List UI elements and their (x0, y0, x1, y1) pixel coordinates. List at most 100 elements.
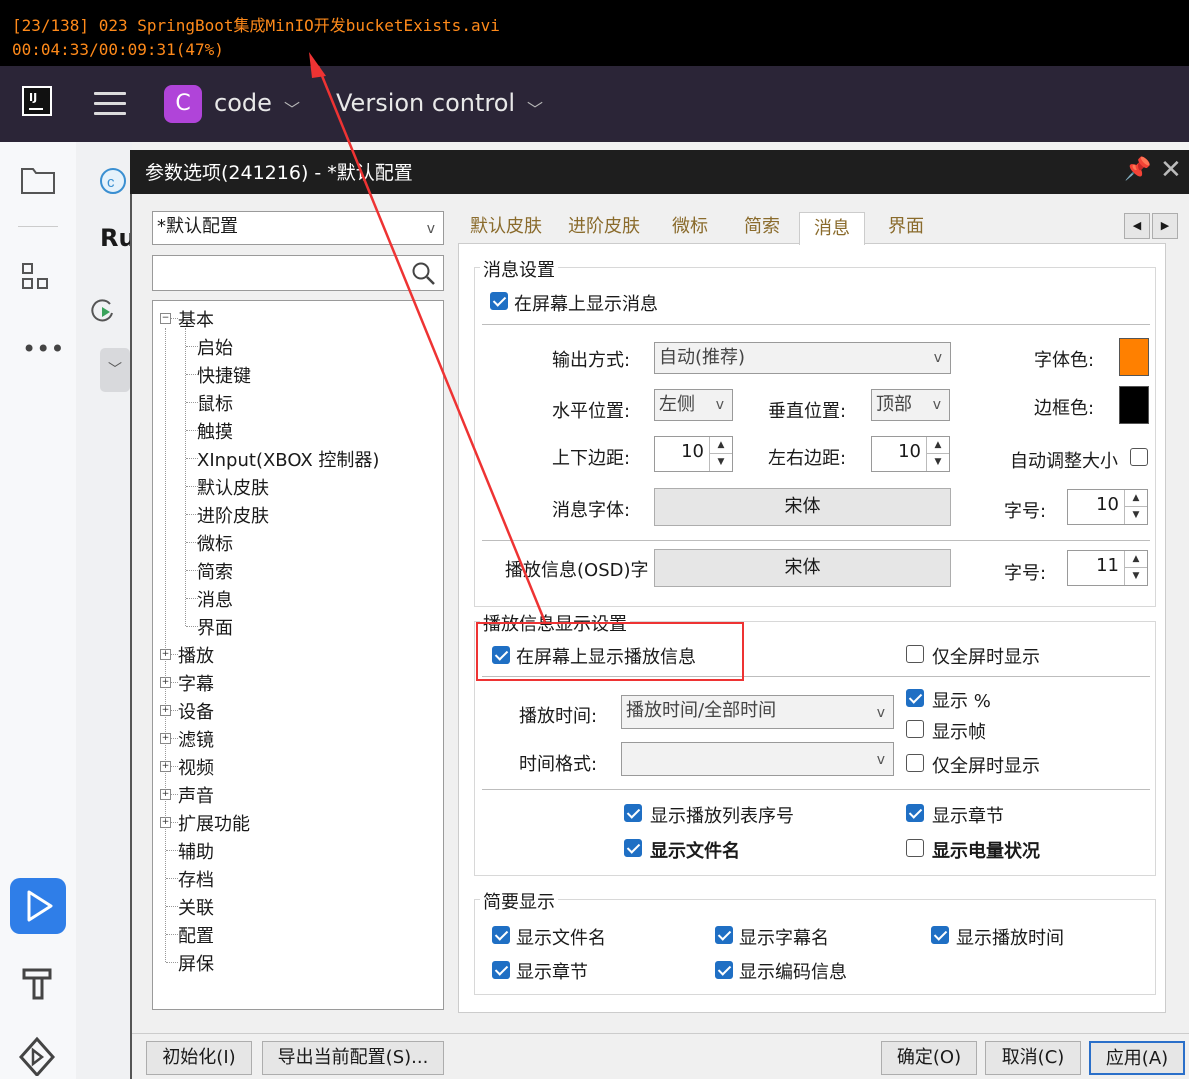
structure-icon[interactable] (20, 262, 54, 292)
vcs-widget[interactable]: Version control (336, 89, 515, 117)
brief-codec-checkbox[interactable] (715, 961, 733, 979)
collapse-icon[interactable]: − (160, 313, 171, 324)
osd-size-spinner[interactable]: 11 ▲ ▼ (1067, 550, 1148, 586)
search-input[interactable] (152, 255, 444, 291)
tree-item[interactable]: 快捷键 (197, 362, 251, 388)
profile-select[interactable]: *默认配置 v (152, 211, 444, 245)
expand-icon[interactable]: + (160, 677, 171, 688)
intellij-logo-icon[interactable]: IJ (22, 86, 52, 116)
fullscreen-only2-checkbox[interactable] (906, 754, 924, 772)
tab-interface[interactable]: 界面 (888, 212, 924, 242)
tree-item[interactable]: 存档 (178, 866, 214, 892)
expand-chevron-icon[interactable]: ﹀ (100, 348, 130, 392)
tree-item[interactable]: 配置 (178, 922, 214, 948)
show-battery-checkbox[interactable] (906, 839, 924, 857)
show-frame-checkbox[interactable] (906, 720, 924, 738)
ok-button[interactable]: 确定(O) (881, 1041, 977, 1075)
tree-item[interactable]: 微标 (197, 530, 233, 556)
tab-scroll-left-icon[interactable]: ◀ (1124, 213, 1150, 239)
h-margin-value: 10 (898, 441, 921, 462)
brief-chapter-checkbox[interactable] (492, 961, 510, 979)
folder-icon[interactable] (20, 165, 56, 195)
expand-icon[interactable]: + (160, 817, 171, 828)
class-icon: c (100, 168, 126, 194)
expand-icon[interactable]: + (160, 789, 171, 800)
apply-button[interactable]: 应用(A) (1089, 1041, 1185, 1075)
autosize-checkbox[interactable] (1130, 448, 1148, 466)
init-button[interactable]: 初始化(I) (146, 1041, 252, 1075)
tree-item[interactable]: 关联 (178, 894, 214, 920)
more-icon[interactable]: ••• (22, 335, 64, 363)
tree-item[interactable]: 滤镜 (178, 726, 214, 752)
tree-item[interactable]: 扩展功能 (178, 810, 250, 836)
tree-item[interactable]: 启始 (197, 334, 233, 360)
tab-advanced-skin[interactable]: 进阶皮肤 (568, 212, 640, 242)
export-config-button[interactable]: 导出当前配置(S)... (262, 1041, 444, 1075)
show-chapter-checkbox[interactable] (906, 804, 924, 822)
expand-icon[interactable]: + (160, 705, 171, 716)
font-size-label: 字号: (1004, 501, 1047, 522)
tree-item[interactable]: 进阶皮肤 (197, 502, 269, 528)
tree-item[interactable]: 屏保 (178, 950, 214, 976)
project-badge[interactable]: C (164, 85, 202, 123)
chevron-down-icon[interactable]: ﹀ (527, 96, 543, 120)
tree-item[interactable]: 消息 (197, 586, 233, 612)
show-message-label: 在屏幕上显示消息 (514, 294, 658, 315)
brief-subtitle-checkbox[interactable] (715, 926, 733, 944)
project-name[interactable]: code (214, 89, 272, 117)
tab-logo[interactable]: 微标 (672, 212, 708, 242)
expand-icon[interactable]: + (160, 733, 171, 744)
brief-filename-checkbox[interactable] (492, 926, 510, 944)
play-time-select[interactable]: 播放时间/全部时间 v (621, 695, 894, 729)
tree-item[interactable]: 视频 (178, 754, 214, 780)
tab-thumbnail[interactable]: 简索 (744, 212, 780, 242)
time-format-label: 时间格式: (519, 754, 598, 775)
tree-item[interactable]: 触摸 (197, 418, 233, 444)
osd-size-label: 字号: (1004, 563, 1047, 584)
tab-default-skin[interactable]: 默认皮肤 (470, 212, 542, 242)
tree-item[interactable]: 默认皮肤 (197, 474, 269, 500)
chevron-down-icon[interactable]: ﹀ (284, 96, 300, 120)
v-margin-spinner[interactable]: 10 ▲ ▼ (654, 436, 733, 472)
tree-item[interactable]: 播放 (178, 642, 214, 668)
h-position-select[interactable]: 左侧 v (654, 389, 733, 421)
border-color-swatch[interactable] (1119, 386, 1149, 424)
show-percent-checkbox[interactable] (906, 689, 924, 707)
services-icon[interactable] (16, 1036, 58, 1076)
output-mode-select[interactable]: 自动(推荐) v (654, 342, 951, 374)
brief-playtime-checkbox[interactable] (931, 926, 949, 944)
osd-font-button[interactable]: 宋体 (654, 549, 951, 587)
tree-item[interactable]: 鼠标 (197, 390, 233, 416)
tree-item[interactable]: 辅助 (178, 838, 214, 864)
pin-icon[interactable]: 📌 (1124, 157, 1151, 182)
h-margin-spinner[interactable]: 10 ▲ ▼ (871, 436, 950, 472)
build-hammer-icon[interactable] (18, 962, 58, 1002)
search-icon[interactable] (411, 261, 437, 287)
tab-message[interactable]: 消息 (799, 212, 865, 245)
cancel-button[interactable]: 取消(C) (985, 1041, 1081, 1075)
tree-item[interactable]: 界面 (197, 614, 233, 640)
font-size-spinner[interactable]: 10 ▲ ▼ (1067, 489, 1148, 525)
tab-scroll-right-icon[interactable]: ▶ (1152, 213, 1178, 239)
show-filename-checkbox[interactable] (624, 839, 642, 857)
tree-item[interactable]: 声音 (178, 782, 214, 808)
time-format-select[interactable]: v (621, 742, 894, 776)
message-font-button[interactable]: 宋体 (654, 488, 951, 526)
font-color-swatch[interactable] (1119, 338, 1149, 376)
tree-item[interactable]: 基本 (178, 306, 214, 332)
rerun-icon[interactable] (88, 296, 118, 326)
run-tool-button[interactable] (10, 878, 66, 934)
fullscreen-only-checkbox[interactable] (906, 645, 924, 663)
close-icon[interactable]: ✕ (1160, 155, 1182, 185)
show-playlist-no-checkbox[interactable] (624, 804, 642, 822)
show-message-checkbox[interactable] (490, 292, 508, 310)
tree-connector (186, 542, 198, 543)
v-position-select[interactable]: 顶部 v (871, 389, 950, 421)
expand-icon[interactable]: + (160, 761, 171, 772)
expand-icon[interactable]: + (160, 649, 171, 660)
main-menu-icon[interactable] (94, 92, 126, 116)
tree-item[interactable]: 字幕 (178, 670, 214, 696)
tree-item[interactable]: 简索 (197, 558, 233, 584)
tree-item[interactable]: XInput(XBOX 控制器) (197, 446, 379, 472)
tree-item[interactable]: 设备 (178, 698, 214, 724)
